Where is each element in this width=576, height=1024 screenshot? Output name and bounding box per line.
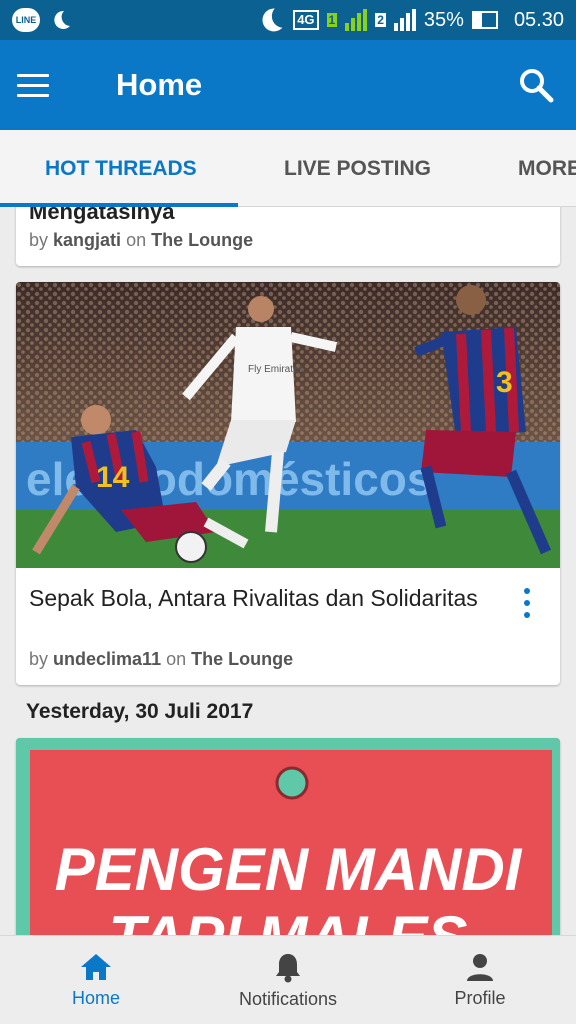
thread-title: Mengatasinya	[29, 207, 175, 224]
sim1-badge: 1	[326, 13, 338, 27]
thread-meta: by kangjati on The Lounge	[29, 230, 253, 251]
signal-icon	[345, 9, 368, 31]
status-bar: LINE 4G 1 2 35% 05.30	[0, 0, 576, 40]
thread-title: Sepak Bola, Antara Rivalitas dan Solidar…	[29, 585, 478, 611]
bottom-nav: Home Notifications Profile	[0, 935, 576, 1024]
moon-icon	[54, 10, 70, 29]
tab-more[interactable]: MORE	[518, 130, 576, 207]
app-bar: Home	[0, 40, 576, 130]
screen: LINE 4G 1 2 35% 05.30 Home HOT THREADS L…	[0, 0, 576, 1024]
meta-on: on	[166, 649, 187, 669]
tab-bar: HOT THREADS LIVE POSTING MORE	[0, 130, 576, 207]
line-label: LINE	[15, 15, 37, 25]
nav-home[interactable]: Home	[60, 936, 132, 1024]
jersey-number: 14	[96, 461, 130, 494]
thread-forum[interactable]: The Lounge	[151, 230, 253, 250]
menu-icon[interactable]	[17, 57, 73, 113]
more-options-icon[interactable]	[520, 588, 534, 618]
thread-author[interactable]: kangjati	[53, 230, 121, 250]
meme-image: PENGEN MANDI TAPI MALES	[16, 738, 560, 935]
nav-notifications[interactable]: Notifications	[225, 936, 351, 1024]
home-icon	[81, 954, 111, 980]
thread-forum[interactable]: The Lounge	[191, 649, 293, 669]
network-type: 4G	[293, 10, 319, 30]
date-header: Yesterday, 30 Juli 2017	[26, 700, 254, 723]
thread-meta: by undeclima11 on The Lounge	[29, 649, 293, 670]
nav-home-label: Home	[71, 988, 120, 1008]
meme-line2: TAPI MALES	[109, 904, 468, 935]
search-icon[interactable]	[516, 65, 556, 105]
nav-profile-label: Profile	[454, 988, 506, 1008]
line-app-icon: LINE	[12, 8, 40, 32]
battery-icon	[471, 11, 498, 29]
meta-by: by	[29, 649, 49, 669]
tab-hot-threads[interactable]: HOT THREADS	[45, 130, 197, 207]
thread-card[interactable]: Mengatasinya by kangjati on The Lounge	[16, 207, 560, 266]
meta-by: by	[29, 230, 49, 250]
thread-image: electrodomésticos 14 Fly Emirates 3	[16, 282, 560, 568]
jersey-number: 3	[496, 366, 513, 399]
tab-live-posting[interactable]: LIVE POSTING	[284, 130, 431, 207]
jersey-sponsor: Fly Emirates	[248, 364, 304, 375]
person-icon	[467, 954, 493, 981]
signal-icon	[393, 9, 416, 31]
thread-card[interactable]: electrodomésticos 14 Fly Emirates 3 Sepa…	[16, 282, 560, 685]
nav-notifications-label: Notifications	[238, 989, 338, 1009]
bell-icon	[276, 954, 300, 983]
meme-line1: PENGEN MANDI	[55, 836, 523, 903]
thread-author[interactable]: undeclima11	[53, 649, 161, 669]
thread-feed: Mengatasinya by kangjati on The Lounge e…	[0, 207, 576, 935]
thread-card[interactable]: PENGEN MANDI TAPI MALES	[16, 738, 560, 935]
moon-icon	[262, 8, 283, 32]
clock: 05.30	[513, 8, 564, 31]
battery-percent: 35%	[423, 8, 464, 31]
meta-on: on	[126, 230, 147, 250]
nav-profile[interactable]: Profile	[440, 936, 520, 1024]
sim2-badge: 2	[375, 13, 386, 27]
page-title: Home	[116, 67, 203, 102]
